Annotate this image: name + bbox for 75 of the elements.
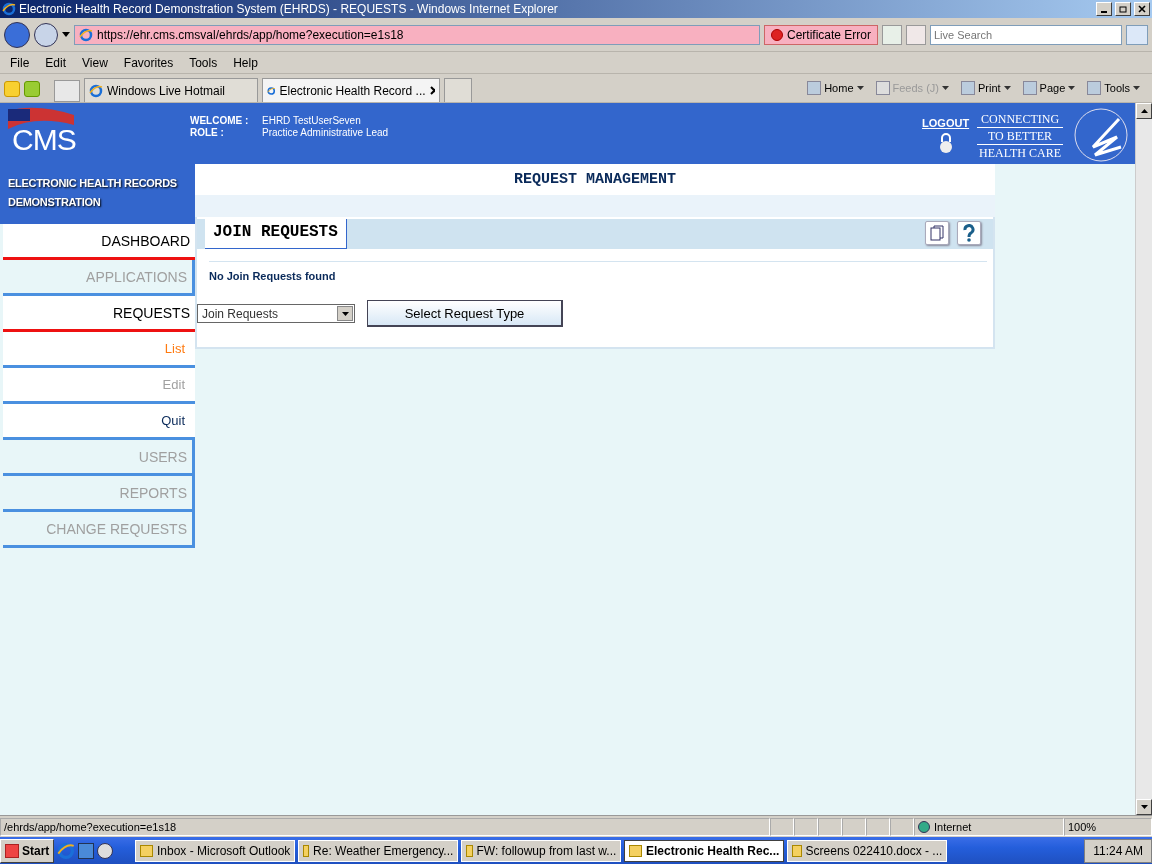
menu-item[interactable]: Favorites: [117, 55, 180, 70]
taskbar-button[interactable]: Inbox - Microsoft Outlook: [135, 839, 296, 862]
error-icon: [770, 28, 783, 41]
request-type-select[interactable]: Join Requests: [197, 304, 355, 323]
toolbar-button[interactable]: Tools: [1087, 81, 1140, 95]
minimize-button[interactable]: [1096, 2, 1112, 16]
globe-icon: [918, 820, 930, 833]
close-button[interactable]: [1134, 2, 1150, 16]
role-value: Practice Administrative Lead: [262, 127, 389, 138]
status-panel: [890, 817, 914, 836]
dropdown-icon[interactable]: [62, 32, 70, 37]
menu-item[interactable]: Help: [227, 55, 264, 70]
caret-icon: [1068, 86, 1076, 90]
zoom-control[interactable]: 100%: [1064, 817, 1152, 836]
toolbar-button[interactable]: Print: [961, 81, 1011, 95]
restore-icon: [1118, 5, 1128, 13]
status-url: /ehrds/app/home?execution=e1s18: [0, 817, 770, 836]
ie-icon: [79, 27, 93, 42]
certificate-error-button[interactable]: Certificate Error: [763, 24, 878, 45]
caret-icon: [856, 86, 864, 90]
toolbar-button[interactable]: Page: [1022, 81, 1076, 95]
site-title: ELECTRONIC HEALTH RECORDS DEMONSTRATION: [0, 164, 195, 224]
clock: 11:24 AM: [1093, 843, 1143, 858]
ie-icon: [2, 2, 16, 16]
caret-icon: [1003, 86, 1011, 90]
search-field[interactable]: Live Search: [930, 24, 1122, 45]
status-panel: [842, 817, 866, 836]
menu-item[interactable]: File: [4, 55, 36, 70]
up-arrow-icon: [1140, 109, 1148, 113]
start-button[interactable]: Start: [0, 838, 55, 863]
caret-icon: [1133, 86, 1140, 90]
tagline-text: HEALTH CARE: [978, 145, 1062, 161]
taskbar-button[interactable]: Electronic Health Rec...: [624, 839, 785, 862]
toolbar-button[interactable]: Home: [807, 81, 864, 95]
role-label: ROLE :: [190, 127, 225, 138]
status-panel: [866, 817, 890, 836]
window-title: Electronic Health Record Demonstration System (EHRDS) - REQUESTS - Windows Internet Explorer: [19, 2, 558, 16]
empty-message: No Join Requests found: [209, 261, 987, 282]
menu-item[interactable]: Tools: [183, 55, 224, 70]
nav-link[interactable]: DASHBOARD: [3, 224, 195, 260]
close-icon: [429, 86, 435, 95]
tagline-text: TO BETTER: [977, 128, 1063, 145]
scroll-up-button[interactable]: [1136, 103, 1152, 119]
caret-icon: [942, 86, 949, 90]
nav-link[interactable]: Quit: [3, 404, 195, 440]
status-panel: [794, 817, 818, 836]
tagline-text: CONNECTING: [977, 111, 1063, 128]
page-title-bar: REQUEST MANAGEMENT: [195, 164, 995, 195]
address-field[interactable]: https://ehr.cms.cmsval/ehrds/app/home?execution=e1s18: [74, 24, 760, 45]
restore-button[interactable]: [1115, 2, 1131, 16]
logout-link[interactable]: LOGOUT: [922, 117, 970, 129]
ie-icon: [57, 841, 76, 860]
ie-icon: [89, 83, 103, 98]
status-panel: [770, 817, 794, 836]
scroll-down-button[interactable]: [1136, 799, 1152, 815]
cms-logo: CMS: [6, 107, 80, 159]
browser-tab[interactable]: Windows Live Hotmail: [84, 78, 258, 102]
welcome-label: WELCOME :: [190, 115, 250, 126]
taskbar-button[interactable]: Screens 022410.docx - ...: [787, 839, 948, 862]
taskbar-button[interactable]: FW: followup from last w...: [461, 839, 622, 862]
user-name: EHRD TestUserSeven: [262, 115, 362, 126]
panel-tab[interactable]: JOIN REQUESTS: [205, 219, 347, 249]
status-panel: [818, 817, 842, 836]
menu-item[interactable]: Edit: [39, 55, 73, 70]
taskbar-button[interactable]: Re: Weather Emergency...: [298, 839, 459, 862]
browser-tab[interactable]: Electronic Health Record ...: [262, 78, 440, 102]
copy-button[interactable]: [925, 221, 949, 245]
select-request-type-button[interactable]: Select Request Type: [367, 300, 563, 327]
nav-link[interactable]: REQUESTS: [3, 296, 195, 332]
url-text: https://ehr.cms.cmsval/ehrds/app/home?execution=e1s18: [97, 27, 404, 42]
help-button[interactable]: [957, 221, 981, 245]
close-icon: [1138, 5, 1146, 13]
down-arrow-icon: [1140, 805, 1148, 809]
security-zone: Internet: [914, 817, 1064, 836]
menu-item[interactable]: View: [76, 55, 114, 70]
